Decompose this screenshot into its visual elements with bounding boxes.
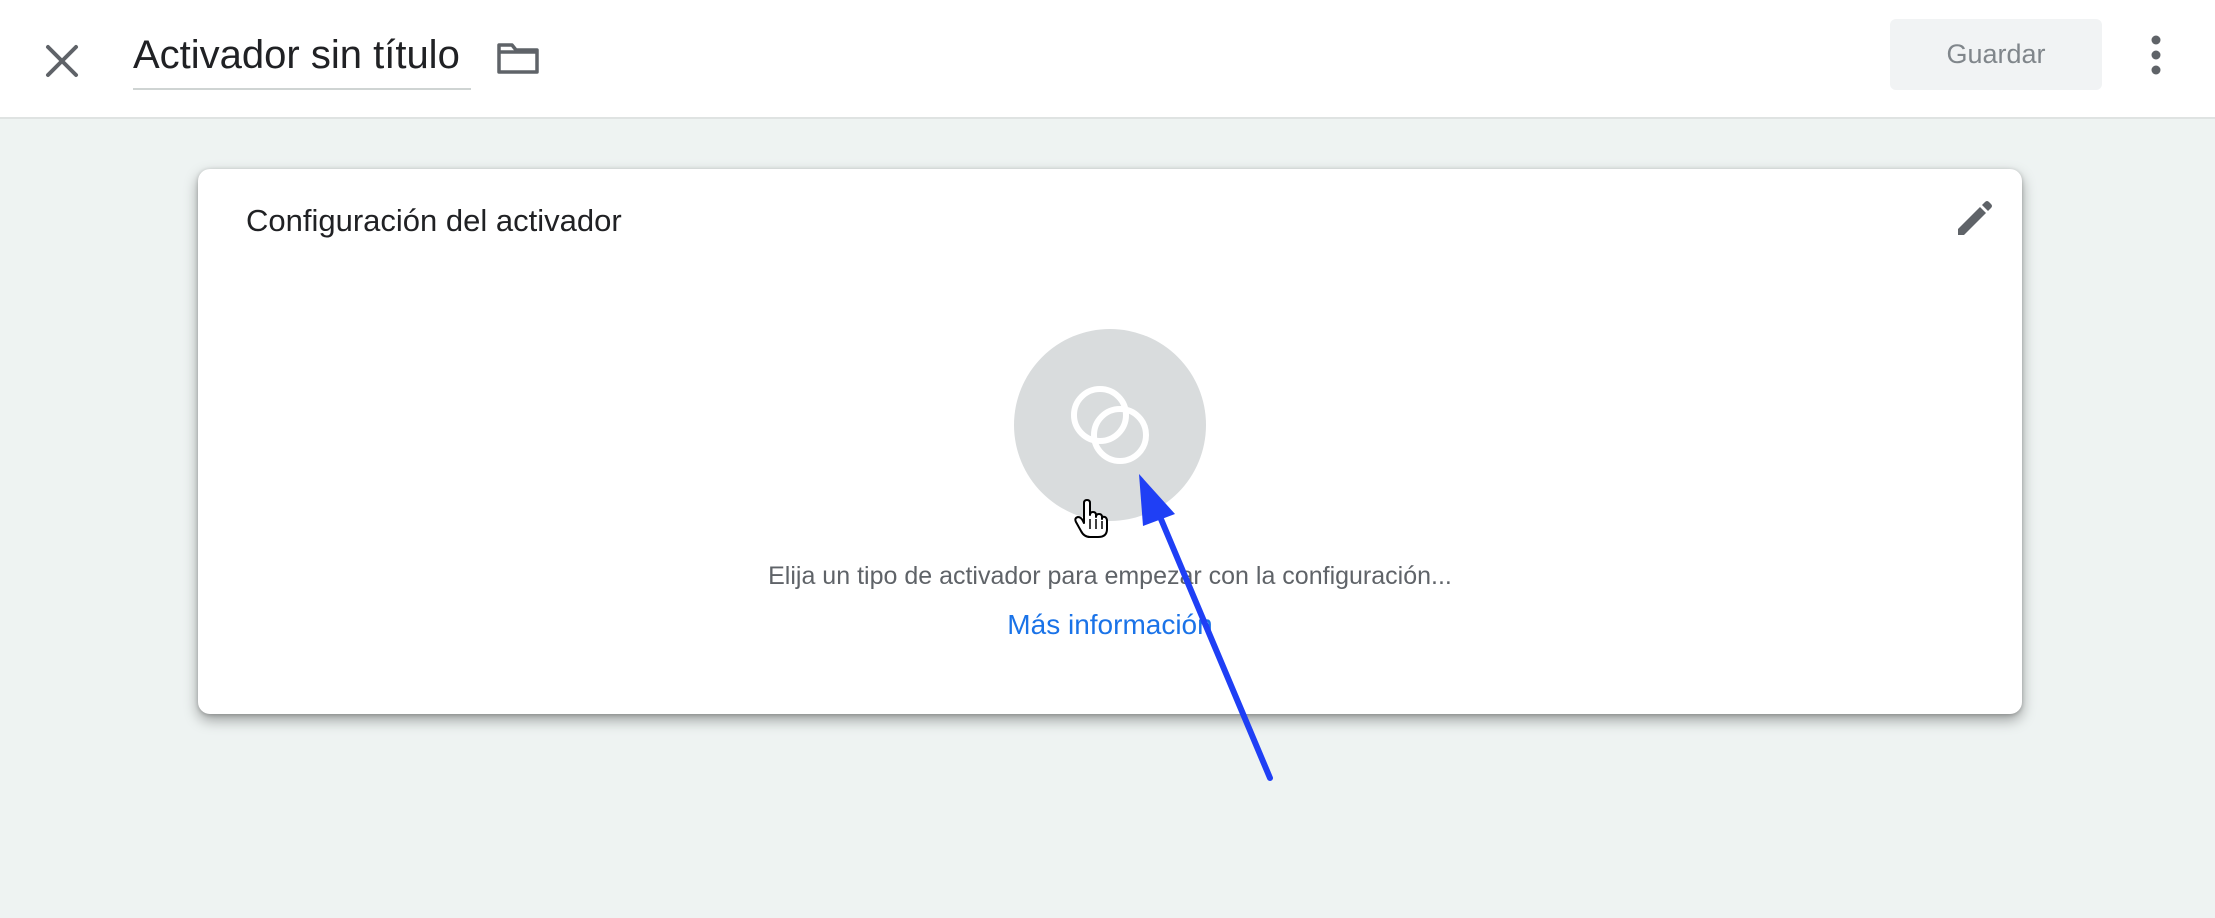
title-field[interactable]: Activador sin título (133, 26, 471, 90)
trigger-type-selector[interactable] (1014, 329, 1206, 521)
close-icon[interactable] (34, 33, 90, 89)
top-bar: Activador sin título Guardar (0, 0, 2215, 119)
save-button[interactable]: Guardar (1890, 19, 2102, 90)
learn-more-link[interactable]: Más información (1007, 609, 1212, 640)
card-title: Configuración del activador (246, 203, 622, 238)
trigger-config-card: Configuración del activador Elija un tip… (198, 169, 2022, 714)
pencil-icon[interactable] (1950, 195, 1998, 243)
hint-text: Elija un tipo de activador para empezar … (768, 562, 1452, 590)
page-title[interactable]: Activador sin título (133, 26, 471, 84)
hand-cursor-icon (1074, 499, 1108, 538)
more-vert-icon[interactable] (2136, 30, 2176, 80)
folder-icon[interactable] (494, 34, 542, 82)
trigger-type-icon (1071, 386, 1149, 464)
